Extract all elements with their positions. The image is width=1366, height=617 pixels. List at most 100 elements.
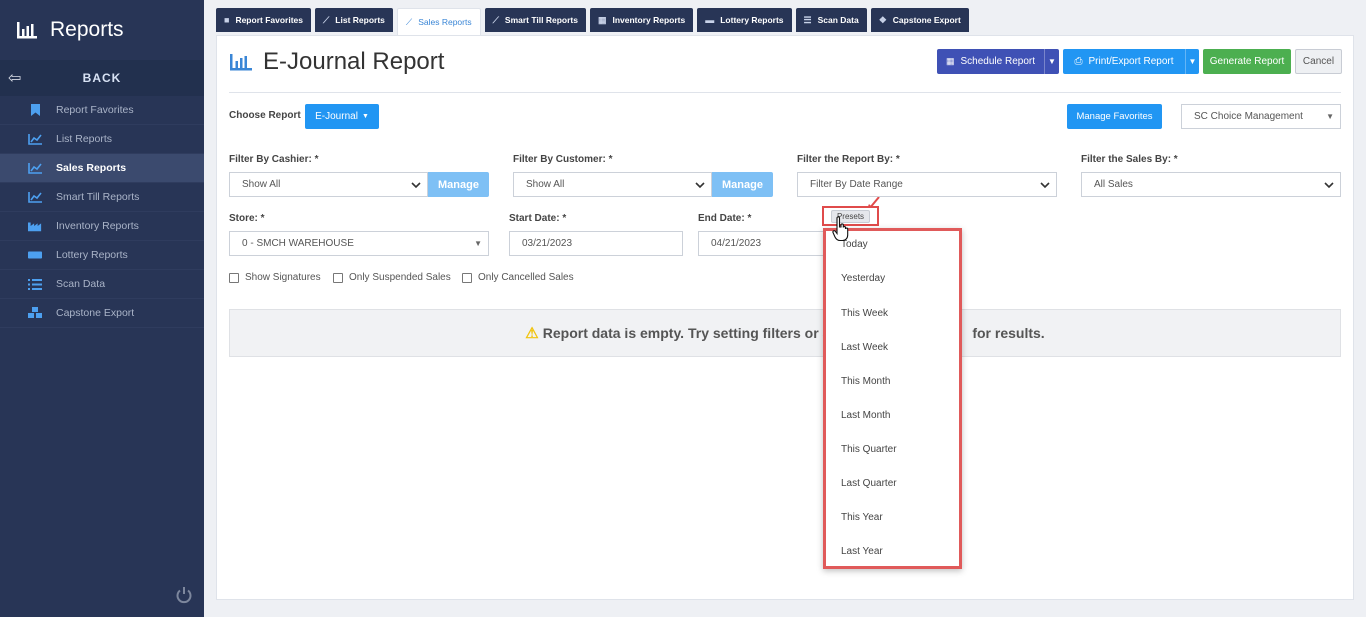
- calendar-icon: ▦: [945, 56, 955, 66]
- checkbox-box[interactable]: [333, 272, 343, 283]
- tab-label: Scan Data: [817, 15, 859, 25]
- button-label: Manage: [722, 178, 763, 191]
- preset-option-last-quarter[interactable]: Last Quarter: [841, 478, 897, 489]
- customer-filter-select[interactable]: Show All: [513, 172, 712, 197]
- tab-capstone-export[interactable]: ❖ Capstone Export: [870, 8, 969, 32]
- sidebar-item-label: Scan Data: [56, 278, 106, 290]
- tab-smart-till-reports[interactable]: ⟋ Smart Till Reports: [484, 8, 586, 32]
- report-panel: E-Journal Report ▦ Schedule Report ▼ ⎙ P…: [216, 35, 1354, 600]
- line-chart-icon: ⟋: [405, 16, 413, 27]
- sidebar-item-label: Report Favorites: [56, 104, 134, 116]
- tab-scan-data[interactable]: ☰ Scan Data: [795, 8, 867, 32]
- page-header: E-Journal Report: [229, 48, 444, 76]
- company-select[interactable]: SC Choice Management ▼: [1181, 104, 1341, 129]
- button-label: Generate Report: [1209, 56, 1285, 67]
- caret-down-icon: ▼: [474, 239, 482, 248]
- preset-option-this-month[interactable]: This Month: [841, 376, 890, 387]
- tab-label: Capstone Export: [892, 15, 961, 25]
- sidebar-item-capstone-export[interactable]: Capstone Export: [0, 299, 204, 328]
- start-date-label: Start Date: *: [509, 213, 567, 224]
- button-label: E-Journal: [315, 111, 358, 122]
- ticket-icon: [28, 249, 42, 261]
- preset-option-yesterday[interactable]: Yesterday: [841, 273, 885, 284]
- schedule-dropdown-button[interactable]: ▼: [1044, 49, 1059, 74]
- sidebar: Reports ⇦ BACK Report Favorites List Rep…: [0, 0, 204, 617]
- sidebar-item-list-reports[interactable]: List Reports: [0, 125, 204, 154]
- report-by-filter-label: Filter the Report By: *: [797, 154, 900, 165]
- line-chart-icon: [28, 162, 42, 174]
- bookmark-icon: [28, 104, 42, 116]
- sales-by-filter-select[interactable]: All Sales: [1081, 172, 1341, 197]
- list-icon: [28, 278, 42, 290]
- button-label: Manage Favorites: [1076, 111, 1153, 122]
- print-export-button[interactable]: ⎙ Print/Export Report: [1063, 49, 1185, 74]
- factory-icon: [28, 220, 42, 232]
- select-value: 0 - SMCH WAREHOUSE: [242, 238, 354, 249]
- input-value: 04/21/2023: [711, 238, 762, 249]
- sales-by-filter-label: Filter the Sales By: *: [1081, 154, 1178, 165]
- checkbox-box[interactable]: [462, 272, 472, 283]
- sidebar-nav: Report Favorites List Reports Sales Repo…: [0, 96, 204, 328]
- sidebar-item-report-favorites[interactable]: Report Favorites: [0, 96, 204, 125]
- chevron-down-icon: [695, 182, 705, 189]
- power-icon[interactable]: [175, 586, 193, 604]
- bookmark-icon: ■: [224, 15, 230, 25]
- preset-option-last-month[interactable]: Last Month: [841, 410, 890, 421]
- sidebar-item-lottery-reports[interactable]: Lottery Reports: [0, 241, 204, 270]
- cancel-button[interactable]: Cancel: [1295, 49, 1342, 74]
- cashier-filter-label: Filter By Cashier: *: [229, 154, 319, 165]
- line-chart-icon: [28, 133, 42, 145]
- sidebar-item-label: Lottery Reports: [56, 249, 128, 261]
- button-label: Print/Export Report: [1088, 56, 1174, 67]
- manage-favorites-button[interactable]: Manage Favorites: [1067, 104, 1162, 129]
- choose-report-label: Choose Report: [229, 110, 301, 121]
- sidebar-item-label: Smart Till Reports: [56, 191, 140, 203]
- select-value: Show All: [242, 179, 281, 190]
- sidebar-item-scan-data[interactable]: Scan Data: [0, 270, 204, 299]
- customer-manage-button[interactable]: Manage: [712, 172, 773, 197]
- cashier-manage-button[interactable]: Manage: [428, 172, 489, 197]
- sidebar-item-smart-till-reports[interactable]: Smart Till Reports: [0, 183, 204, 212]
- select-value: Show All: [526, 179, 565, 190]
- end-date-input[interactable]: 04/21/2023: [698, 231, 828, 256]
- print-export-dropdown-button[interactable]: ▼: [1185, 49, 1199, 74]
- generate-report-button[interactable]: Generate Report: [1203, 49, 1291, 74]
- tab-inventory-reports[interactable]: ▦ Inventory Reports: [589, 8, 694, 32]
- preset-option-last-year[interactable]: Last Year: [841, 546, 883, 557]
- sidebar-item-sales-reports[interactable]: Sales Reports: [0, 154, 204, 183]
- tab-lottery-reports[interactable]: ▬ Lottery Reports: [697, 8, 792, 32]
- button-label: Cancel: [1302, 56, 1335, 67]
- chevron-down-icon: [1040, 182, 1050, 189]
- only-cancelled-checkbox[interactable]: Only Cancelled Sales: [462, 272, 574, 283]
- only-suspended-checkbox[interactable]: Only Suspended Sales: [333, 272, 451, 283]
- preset-option-this-week[interactable]: This Week: [841, 308, 888, 319]
- report-by-filter-select[interactable]: Filter By Date Range: [797, 172, 1057, 197]
- back-button[interactable]: ⇦ BACK: [0, 60, 204, 96]
- start-date-input[interactable]: 03/21/2023: [509, 231, 683, 256]
- back-label: BACK: [82, 71, 122, 85]
- presets-button[interactable]: Presets: [822, 206, 879, 226]
- tab-label: Sales Reports: [418, 17, 472, 27]
- choose-report-dropdown[interactable]: E-Journal ▼: [305, 104, 379, 129]
- preset-option-last-week[interactable]: Last Week: [841, 342, 888, 353]
- schedule-report-button[interactable]: ▦ Schedule Report: [937, 49, 1044, 74]
- preset-option-this-year[interactable]: This Year: [841, 512, 883, 523]
- customer-filter-label: Filter By Customer: *: [513, 154, 613, 165]
- show-signatures-checkbox[interactable]: Show Signatures: [229, 272, 321, 283]
- sidebar-header: Reports: [0, 0, 204, 60]
- caret-down-icon: ▼: [1326, 112, 1334, 121]
- sidebar-item-inventory-reports[interactable]: Inventory Reports: [0, 212, 204, 241]
- tab-report-favorites[interactable]: ■ Report Favorites: [216, 8, 311, 32]
- cubes-icon: ❖: [878, 14, 887, 25]
- bar-chart-icon: [17, 22, 37, 39]
- button-label: Manage: [438, 178, 479, 191]
- checkbox-box[interactable]: [229, 272, 239, 283]
- tab-list-reports[interactable]: ⟋ List Reports: [314, 8, 393, 32]
- page-title: E-Journal Report: [263, 48, 445, 75]
- chevron-down-icon: [411, 182, 421, 189]
- store-select[interactable]: 0 - SMCH WAREHOUSE ▼: [229, 231, 489, 256]
- tab-sales-reports[interactable]: ⟋ Sales Reports: [396, 8, 481, 35]
- preset-option-this-quarter[interactable]: This Quarter: [841, 444, 897, 455]
- cashier-filter-select[interactable]: Show All: [229, 172, 428, 197]
- hand-cursor-icon: [832, 216, 849, 242]
